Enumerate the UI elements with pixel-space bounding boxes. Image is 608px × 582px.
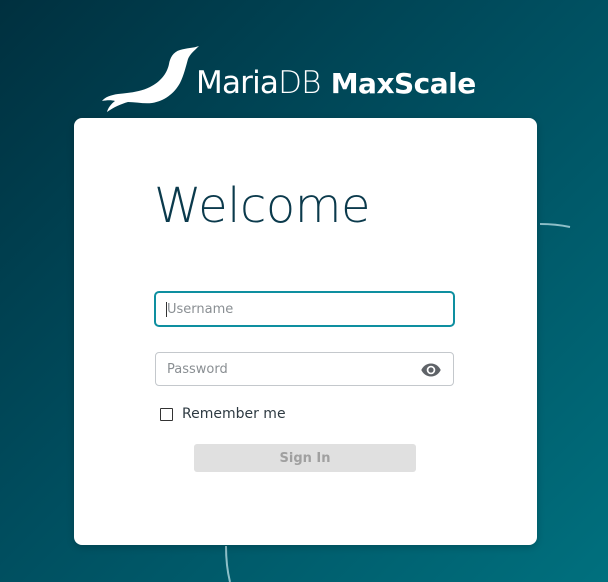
seal-icon bbox=[102, 46, 199, 112]
brand-wordmark: Maria DB MaxScale bbox=[196, 65, 476, 101]
page-title: Welcome bbox=[154, 178, 371, 234]
product-name: MaxScale bbox=[330, 67, 477, 100]
username-field-wrapper bbox=[155, 292, 454, 326]
remember-me-checkbox[interactable] bbox=[160, 407, 173, 421]
remember-me[interactable]: Remember me bbox=[160, 406, 286, 422]
brand-name-maria: Maria bbox=[196, 65, 279, 101]
remember-me-label: Remember me bbox=[182, 406, 286, 422]
brand-logo: Maria DB MaxScale bbox=[100, 44, 476, 114]
username-input[interactable] bbox=[156, 293, 406, 325]
text-caret bbox=[166, 302, 167, 317]
login-card: Welcome Remember me Sign In bbox=[74, 118, 537, 545]
brand-name-db: DB bbox=[278, 65, 321, 101]
password-field-wrapper bbox=[155, 352, 454, 386]
password-input[interactable] bbox=[156, 353, 406, 385]
sign-in-button[interactable]: Sign In bbox=[194, 444, 416, 472]
eye-icon[interactable] bbox=[421, 363, 441, 377]
